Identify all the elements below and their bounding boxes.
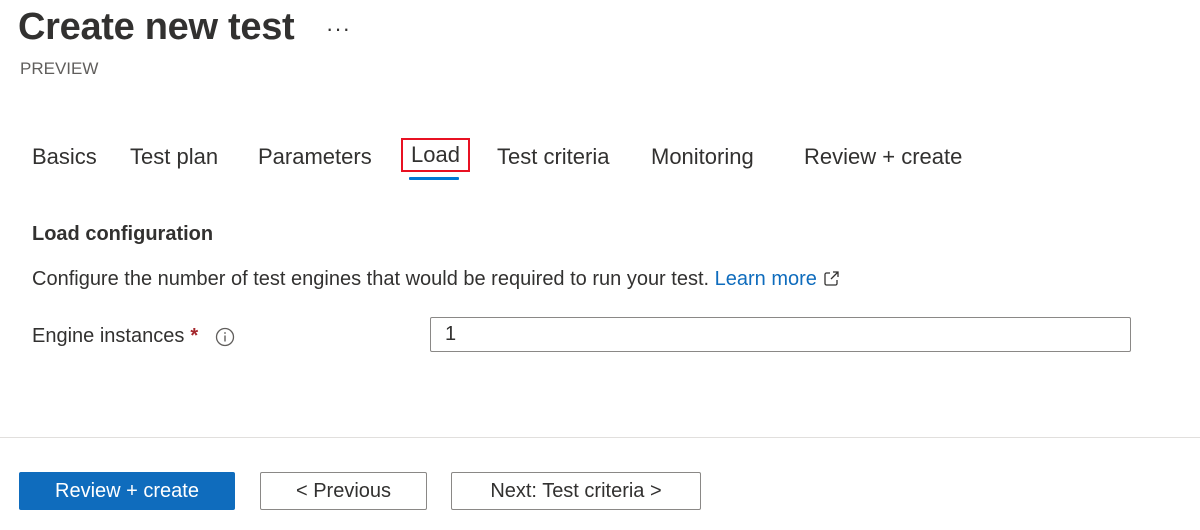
preview-badge: PREVIEW: [20, 59, 99, 78]
section-title: Load configuration: [32, 223, 214, 245]
engine-instances-label: Engine instances *: [32, 325, 198, 348]
learn-more-link[interactable]: Learn more: [715, 268, 840, 290]
page-title: Create new test: [18, 6, 295, 48]
tab-bar: Basics Test plan Parameters Load Test cr…: [32, 138, 992, 186]
engine-instances-input[interactable]: 1: [430, 317, 1131, 352]
tab-review-create[interactable]: Review + create: [804, 140, 962, 174]
tab-test-criteria[interactable]: Test criteria: [497, 140, 609, 174]
engine-label-text: Engine instances: [32, 325, 185, 347]
load-description: Configure the number of test engines tha…: [32, 268, 840, 293]
info-icon[interactable]: [215, 327, 235, 347]
required-indicator: *: [190, 325, 199, 347]
footer-divider: [0, 437, 1200, 438]
more-actions-icon[interactable]: ···: [326, 16, 351, 42]
external-link-icon[interactable]: [823, 270, 840, 293]
tab-monitoring[interactable]: Monitoring: [651, 140, 754, 174]
previous-button[interactable]: < Previous: [260, 472, 427, 510]
description-text: Configure the number of test engines tha…: [32, 268, 710, 290]
tab-parameters[interactable]: Parameters: [258, 140, 372, 174]
create-test-page: Create new test ··· PREVIEW Basics Test …: [0, 0, 1200, 530]
next-button[interactable]: Next: Test criteria >: [451, 472, 701, 510]
active-tab-indicator: [409, 177, 459, 180]
tab-basics[interactable]: Basics: [32, 140, 97, 174]
review-create-button[interactable]: Review + create: [19, 472, 235, 510]
tab-test-plan[interactable]: Test plan: [130, 140, 218, 174]
tab-load[interactable]: Load: [401, 138, 470, 172]
learn-more-label[interactable]: Learn more: [715, 268, 817, 290]
